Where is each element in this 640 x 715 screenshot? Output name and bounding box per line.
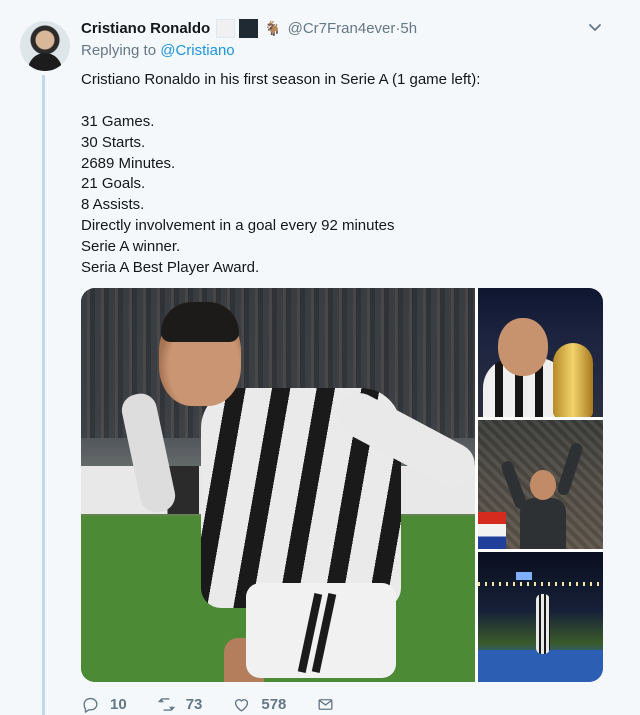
- blue-carpet: [478, 650, 603, 682]
- shorts: [246, 583, 396, 678]
- photo-stadium-night[interactable]: [478, 552, 603, 682]
- tweet-time[interactable]: 5h: [400, 20, 417, 37]
- tweet-line: Cristiano Ronaldo in his first season in…: [81, 71, 481, 88]
- tweet-line: 8 Assists.: [81, 196, 145, 214]
- tweet-line: Serie A winner.: [81, 238, 181, 256]
- thread-line: [42, 75, 45, 715]
- tweet-line: Directly involvement in a goal every 92 …: [81, 217, 395, 235]
- replying-to: Replying to @Cristiano: [81, 42, 235, 59]
- retweet-count: 73: [185, 695, 203, 713]
- trophy: [553, 343, 593, 417]
- black-square-emoji-icon: [239, 18, 259, 38]
- tweet-line: 31 Games.: [81, 112, 155, 130]
- retweet-icon: [157, 697, 175, 711]
- photo-celebration[interactable]: [81, 288, 475, 682]
- stadium-lights: [478, 582, 603, 586]
- tweet-actions: 10 73 578: [81, 693, 375, 715]
- like-icon: [235, 698, 249, 712]
- flag: [478, 512, 506, 549]
- white-square-emoji-icon: [216, 18, 236, 38]
- retweet-button[interactable]: 73: [157, 695, 203, 714]
- tweet-header: Cristiano Ronaldo 🐐 @Cr7Fran4ever · 5h: [81, 18, 417, 38]
- like-count: 578: [261, 695, 287, 713]
- tweet[interactable]: Cristiano Ronaldo 🐐 @Cr7Fran4ever · 5h R…: [0, 0, 640, 715]
- message-button[interactable]: [316, 695, 345, 714]
- tweet-line: [81, 91, 480, 112]
- head: [530, 470, 556, 500]
- author-avatar[interactable]: [20, 21, 70, 71]
- goat-emoji-icon: 🐐: [264, 19, 282, 36]
- message-icon: [318, 698, 333, 710]
- media-grid: [81, 288, 603, 682]
- author-handle[interactable]: @Cr7Fran4ever: [288, 20, 396, 37]
- author-name[interactable]: Cristiano Ronaldo: [81, 20, 210, 37]
- hair: [161, 302, 239, 342]
- tweet-line: Seria A Best Player Award.: [81, 259, 260, 277]
- photo-trophy[interactable]: [478, 288, 603, 417]
- reply-icon: [83, 697, 98, 713]
- head: [498, 318, 548, 376]
- chevron-down-icon[interactable]: [588, 20, 602, 34]
- body: [520, 498, 566, 549]
- replying-prefix: Replying to: [81, 42, 161, 59]
- replying-to-link[interactable]: @Cristiano: [160, 42, 234, 59]
- player: [536, 594, 550, 654]
- tweet-line: 21 Goals.: [81, 175, 146, 193]
- like-button[interactable]: 578: [232, 695, 286, 714]
- tweet-line: 30 Starts.: [81, 133, 146, 151]
- reply-count: 10: [110, 695, 127, 713]
- tweet-text: Cristiano Ronaldo in his first season in…: [81, 70, 480, 279]
- avatar-shoulders: [28, 53, 62, 71]
- stadium-screen: [516, 572, 532, 580]
- photo-fans[interactable]: [478, 420, 603, 549]
- tweet-line: 2689 Minutes.: [81, 154, 176, 172]
- reply-button[interactable]: 10: [81, 695, 127, 714]
